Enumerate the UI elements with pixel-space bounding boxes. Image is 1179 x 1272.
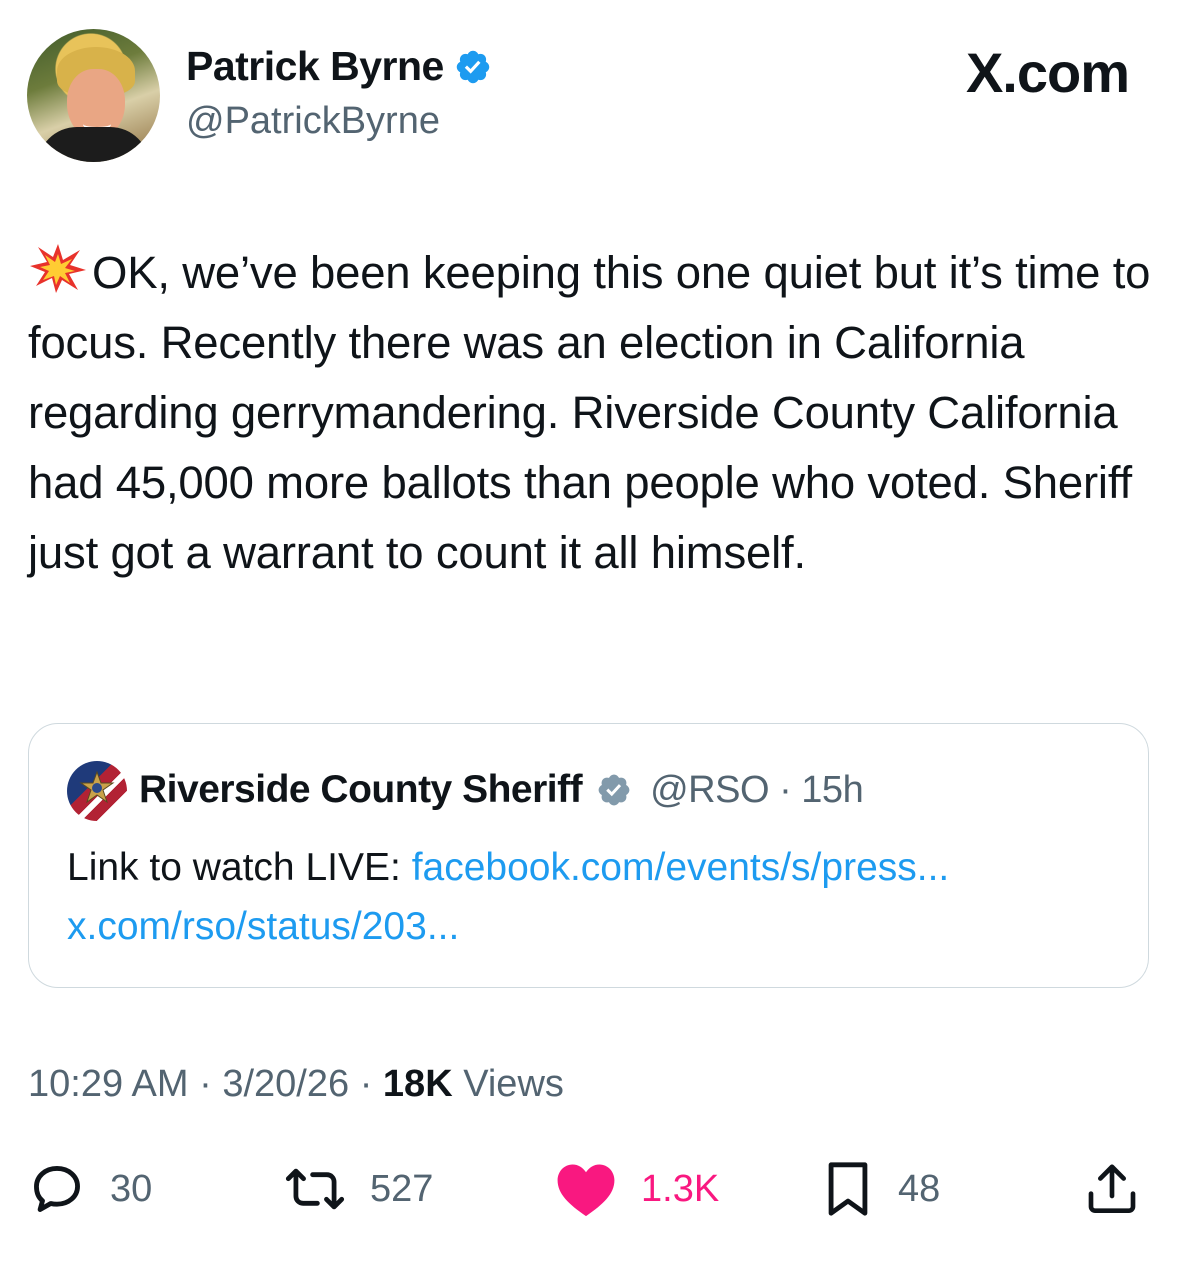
quoted-author-row: Riverside County Sheriff @RSO · 15h: [139, 768, 864, 812]
action-bar: 30 527 1.3K 48: [0, 1160, 1179, 1220]
author-name[interactable]: Patrick Byrne: [186, 43, 492, 90]
collision-emoji-icon: [30, 244, 86, 293]
bookmark-button[interactable]: 48: [822, 1160, 940, 1218]
views-label: Views: [463, 1063, 564, 1105]
meta-separator: ·: [779, 768, 792, 811]
verified-badge-icon: [456, 50, 490, 83]
gray-verified-badge-icon: [598, 774, 630, 806]
quoted-meta: @RSO · 15h: [650, 768, 864, 812]
meta-separator: ·: [359, 1063, 373, 1105]
reply-button[interactable]: 30: [28, 1160, 152, 1218]
quoted-age[interactable]: 15h: [801, 769, 863, 811]
quoted-text-line: Link to watch LIVE: facebook.com/events/…: [67, 840, 949, 896]
views-count: 18K: [382, 1063, 453, 1105]
repost-count: 527: [370, 1167, 434, 1210]
tweet-text: OK, we’ve been keeping this one quiet bu…: [28, 247, 1151, 578]
reply-count: 30: [110, 1167, 153, 1210]
tweet-date[interactable]: 3/20/26: [222, 1063, 349, 1105]
quoted-author-name[interactable]: Riverside County Sheriff: [139, 768, 583, 812]
share-icon: [1088, 1164, 1136, 1214]
heart-icon: [557, 1164, 615, 1217]
quoted-tweet[interactable]: Riverside County Sheriff @RSO · 15h Link…: [28, 723, 1149, 988]
repost-button[interactable]: 527: [284, 1160, 433, 1218]
previous-tweet-cutoff: [150, 0, 750, 6]
quoted-status-link[interactable]: x.com/rso/status/203...: [67, 905, 459, 948]
share-button[interactable]: [1084, 1160, 1140, 1218]
meta-separator: ·: [199, 1063, 212, 1105]
author-avatar[interactable]: [27, 29, 160, 162]
quoted-facebook-link[interactable]: facebook.com/events/s/press...: [412, 846, 950, 889]
author-handle[interactable]: @PatrickByrne: [186, 100, 440, 143]
tweet-metadata: 10:29 AM · 3/20/26 · 18K Views: [28, 1063, 564, 1106]
repost-icon: [285, 1168, 345, 1210]
tweet-time[interactable]: 10:29 AM: [28, 1063, 189, 1105]
quoted-text-prefix: Link to watch LIVE:: [67, 846, 412, 889]
brand-watermark: X.com: [965, 41, 1130, 104]
like-button[interactable]: 1.3K: [555, 1160, 719, 1218]
bookmark-icon: [828, 1162, 868, 1216]
like-count: 1.3K: [641, 1167, 720, 1210]
reply-icon: [34, 1166, 80, 1212]
author-name-text[interactable]: Patrick Byrne: [186, 43, 444, 90]
bookmark-count: 48: [898, 1167, 941, 1210]
sheriff-badge-icon: [79, 771, 115, 804]
quoted-author-handle[interactable]: @RSO: [650, 769, 769, 811]
tweet-body: OK, we’ve been keeping this one quiet bu…: [28, 238, 1153, 588]
quoted-author-avatar[interactable]: [67, 761, 127, 821]
quoted-text-line-2: x.com/rso/status/203...: [67, 899, 459, 955]
